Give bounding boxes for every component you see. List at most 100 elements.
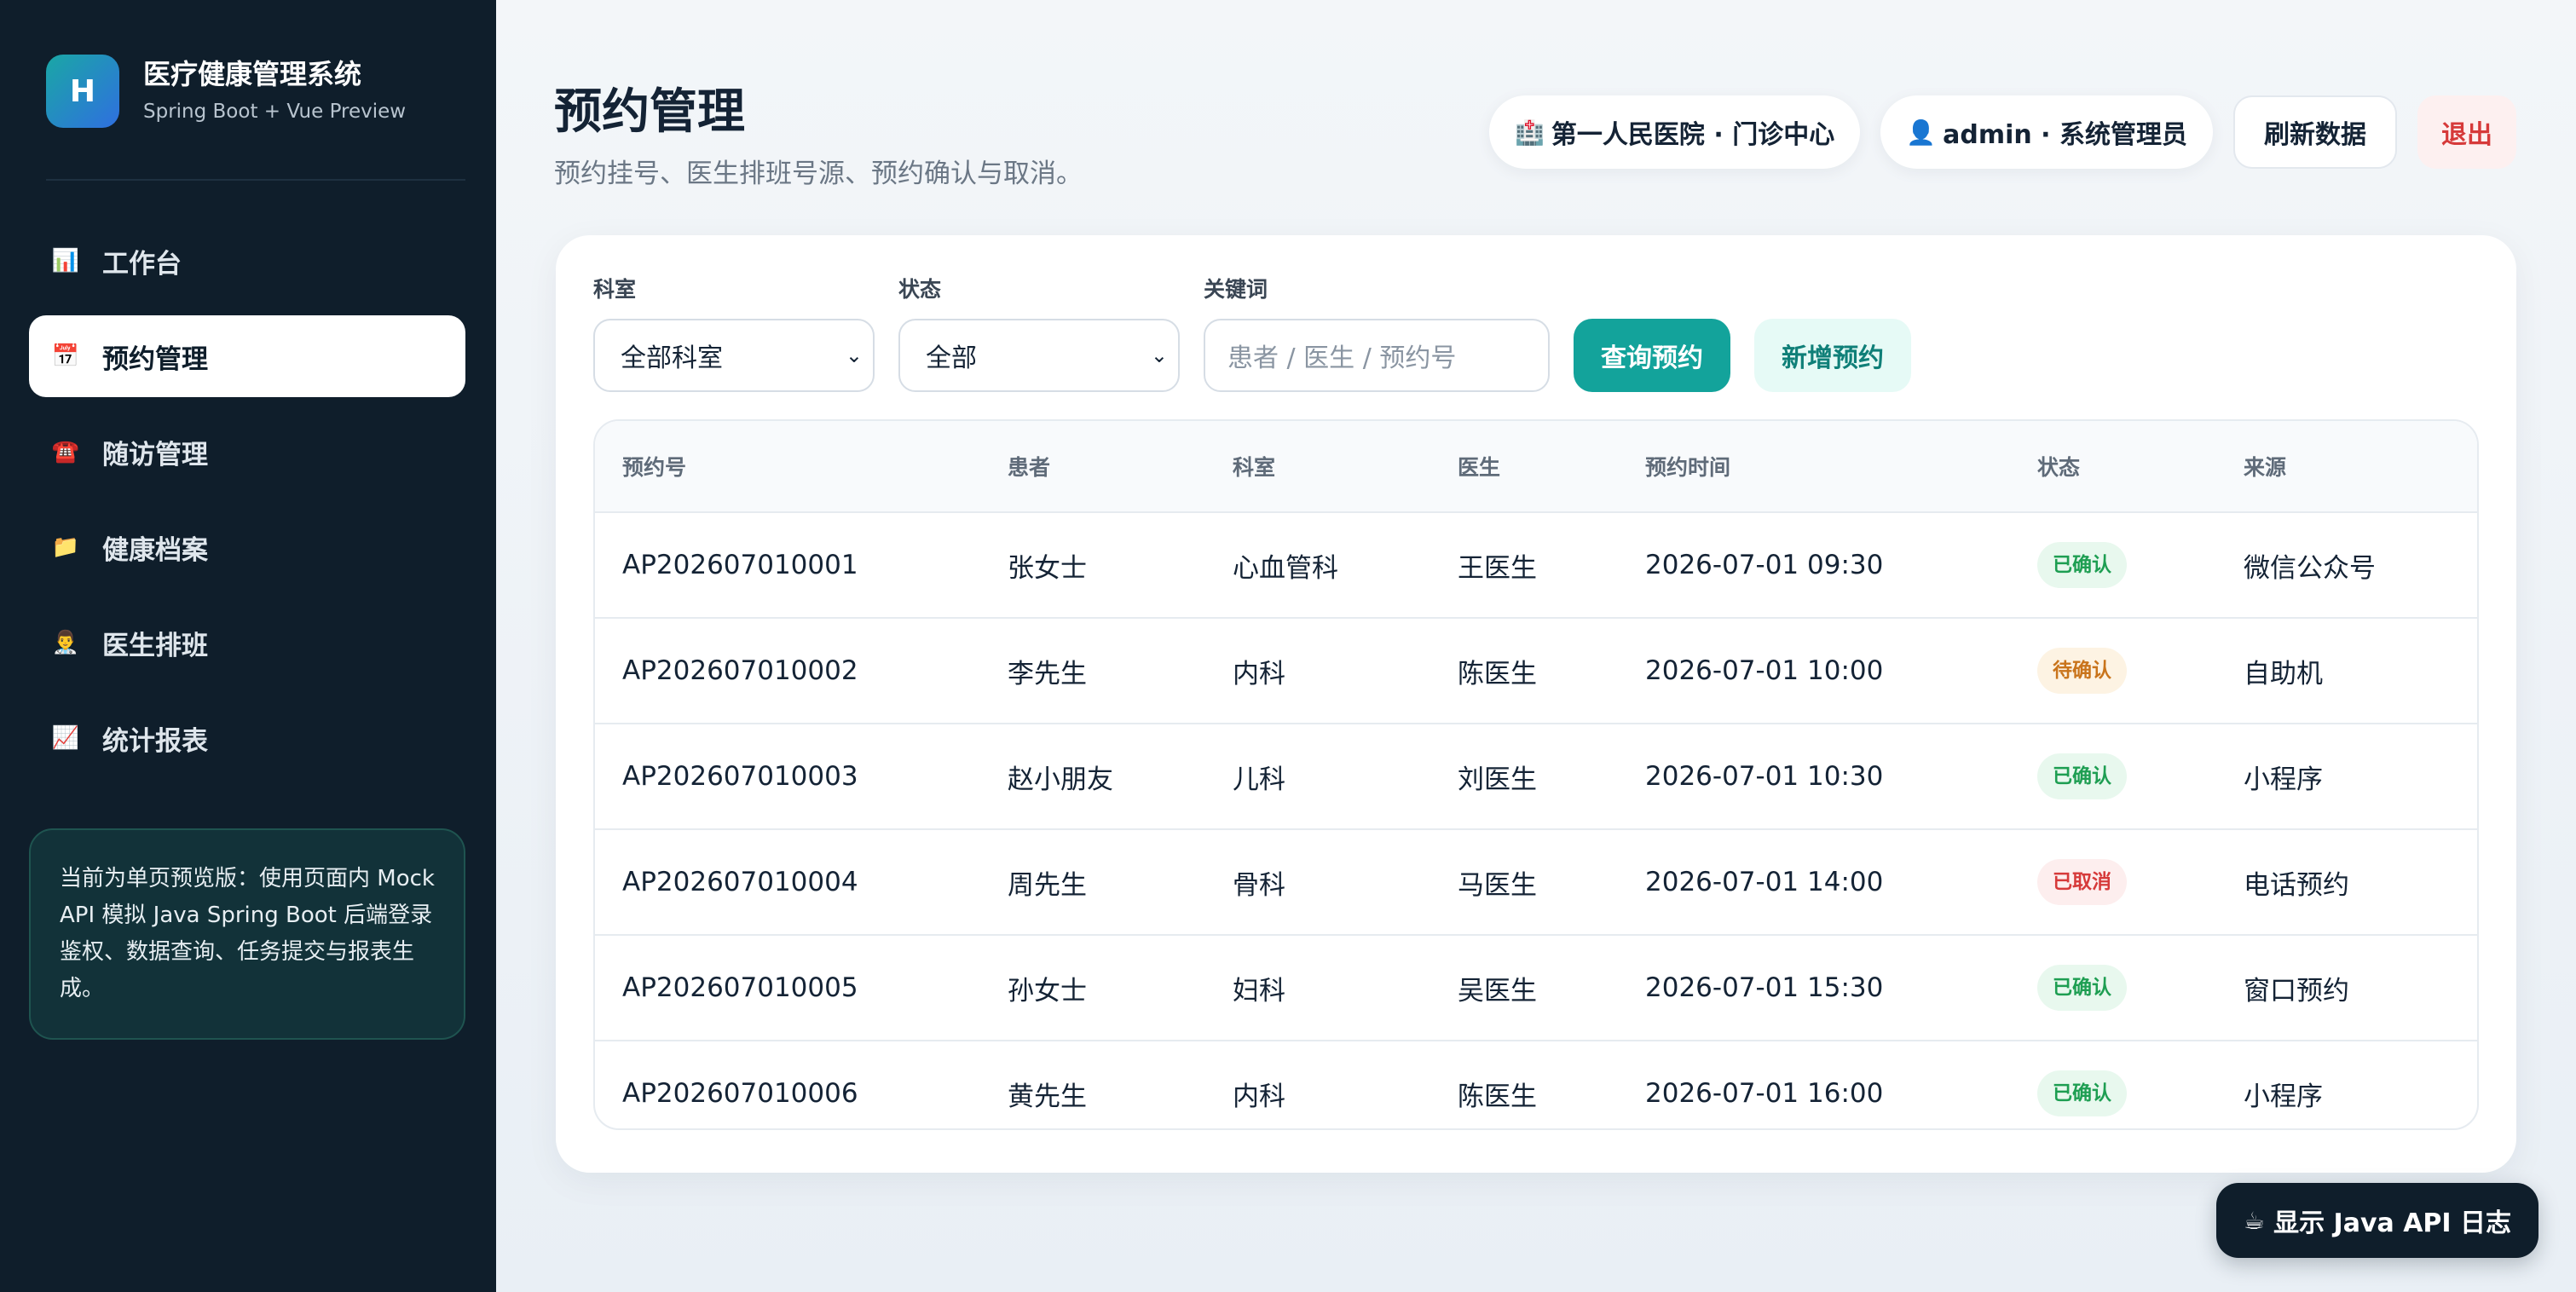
cell-doctor: 陈医生 [1458,1081,1537,1112]
cell-dept: 儿科 [1205,724,1430,830]
table-header-row: 预约号 患者 科室 医生 预约时间 状态 来源 [595,421,2477,513]
cell-time: 2026-07-01 15:30 [1618,935,2010,1041]
cell-status: 待确认 [2010,618,2216,724]
doctor-icon: 👨‍⚕️ [51,630,80,655]
sidebar-nav: 📊 工作台 📅 预约管理 ☎️ 随访管理 📁 健康档案 👨‍⚕️ 医生排班 📈 统计报表 [29,220,465,793]
cell-dept: 骨科 [1205,829,1430,936]
sidebar-item[interactable]: 📅 预约管理 [29,315,465,397]
main-content: 预约管理 预约挂号、医生排班号源、预约确认与取消。 🏥 第一人民医院 · 门诊中… [496,0,2576,1292]
cell-time: 2026-07-01 10:00 [1618,618,2010,724]
calendar-icon: 📅 [51,343,80,369]
sidebar-item-label: 随访管理 [102,439,208,470]
department-value: 全部科室 [621,343,723,373]
table-row[interactable]: AP202607010001 张女士 心血管科 王医生 2026-07-01 09:30… [595,512,2477,619]
cell-patient: 张女士 [980,512,1205,619]
cell-status: 已取消 [2010,829,2216,936]
cell-source: 微信公众号 [2216,512,2477,619]
chevron-down-icon: ⌄ [1150,343,1168,367]
department-select[interactable]: 全部科室 ⌄ [593,319,875,392]
cell-status: 已确认 [2010,512,2216,619]
folder-icon: 📁 [51,534,80,560]
cell-patient: 孙女士 [980,935,1205,1041]
cell-dept: 内科 [1205,618,1430,724]
user-icon: 👤 [1906,118,1937,147]
line-chart-icon: 📈 [51,725,80,751]
column-header: 患者 [980,421,1205,513]
sidebar: H 医疗健康管理系统 Spring Boot + Vue Preview 📊 工作… [0,0,496,1292]
brand-logo: H [46,55,119,128]
cell-dept: 心血管科 [1205,512,1430,619]
brand-title: 医疗健康管理系统 [143,58,362,90]
api-log-button[interactable]: ☕ 显示 Java API 日志 [2215,1183,2538,1258]
column-header: 科室 [1205,421,1430,513]
status-badge: 已确认 [2037,542,2127,588]
table-row[interactable]: AP202607010004 周先生 骨科 马医生 2026-07-01 14:00 已取… [595,829,2477,936]
brand-text: 医疗健康管理系统 Spring Boot + Vue Preview [143,55,406,127]
sidebar-item-label: 健康档案 [102,534,208,566]
cell-doctor: 吴医生 [1430,935,1618,1041]
status-badge: 已确认 [2037,753,2127,799]
cell-source: 窗口预约 [2216,935,2477,1041]
sidebar-item[interactable]: 📈 统计报表 [29,697,465,779]
query-button[interactable]: 查询预约 [1574,319,1730,392]
column-header: 医生 [1430,421,1618,513]
page-subtitle: 预约挂号、医生排班号源、预约确认与取消。 [554,159,1083,189]
cell-status: 已确认 [2010,724,2216,830]
column-header: 来源 [2216,421,2477,513]
sidebar-item[interactable]: 📁 健康档案 [29,506,465,588]
sidebar-item[interactable]: ☎️ 随访管理 [29,411,465,493]
cell-source: 小程序 [2244,1081,2323,1112]
cell-patient: 赵小朋友 [980,724,1205,830]
hospital-pill: 🏥 第一人民医院 · 门诊中心 [1489,95,1861,169]
table-row[interactable]: AP202607010002 李先生 内科 陈医生 2026-07-01 10:00 待确… [595,618,2477,724]
status-badge: 已取消 [2037,859,2127,905]
cell-id: AP202607010001 [595,512,980,619]
status-value: 全部 [926,343,977,373]
cell-doctor: 刘医生 [1430,724,1618,830]
cell-dept: 内科 [1233,1081,1285,1112]
cell-status: 已确认 [2010,935,2216,1041]
cell-id: AP202607010003 [595,724,980,830]
preview-notice: 当前为单页预览版：使用页面内 Mock API 模拟 Java Spring B… [29,828,465,1040]
status-badge: 已确认 [2037,965,2127,1011]
bar-chart-icon: 📊 [51,248,80,274]
table-row[interactable]: AP202607010005 孙女士 妇科 吴医生 2026-07-01 15:30 已确… [595,935,2477,1041]
cell-time: 2026-07-01 14:00 [1618,829,2010,936]
keyword-input[interactable]: 患者 / 医生 / 预约号 [1204,319,1550,392]
status-label: 状态 [898,277,942,302]
coffee-icon: ☕ [2243,1206,2266,1235]
cell-patient: 李先生 [980,618,1205,724]
refresh-button[interactable]: 刷新数据 [2233,95,2397,169]
cell-source: 电话预约 [2216,829,2477,936]
filter-bar: 科室 全部科室 ⌄ 状态 全部 ⌄ 关键词 患者 / 医生 / 预约号 查询预约… [593,273,1911,392]
cell-time: 2026-07-01 10:30 [1618,724,2010,830]
logout-button[interactable]: 退出 [2417,95,2516,169]
column-header: 预约号 [595,421,980,513]
status-badge: 待确认 [2037,648,2127,694]
table-row[interactable]: AP202607010003 赵小朋友 儿科 刘医生 2026-07-01 10:30 已… [595,724,2477,830]
table-row[interactable]: AP202607010006 黄先生 内科 陈医生 2026-07-01 16:00 已确… [595,1041,2477,1128]
user-pill: 👤 admin · 系统管理员 [1880,95,2213,169]
keyword-filter: 关键词 患者 / 医生 / 预约号 [1204,273,1550,392]
cell-id: AP202607010004 [595,829,980,936]
cell-dept: 妇科 [1205,935,1430,1041]
sidebar-item[interactable]: 📊 工作台 [29,220,465,302]
status-select[interactable]: 全部 ⌄ [898,319,1180,392]
brand-subtitle: Spring Boot + Vue Preview [143,101,407,123]
new-appointment-button[interactable]: 新增预约 [1754,319,1911,392]
divider [46,179,465,181]
cell-doctor: 马医生 [1430,829,1618,936]
sidebar-item[interactable]: 👨‍⚕️ 医生排班 [29,602,465,683]
status-filter: 状态 全部 ⌄ [898,273,1180,392]
cell-time: 2026-07-01 09:30 [1618,512,2010,619]
sidebar-item-label: 统计报表 [102,725,208,757]
sidebar-item-label: 医生排班 [102,630,208,661]
keyword-label: 关键词 [1204,277,1268,302]
telephone-icon: ☎️ [51,439,80,464]
cell-doctor: 陈医生 [1430,618,1618,724]
top-actions: 🏥 第一人民医院 · 门诊中心 👤 admin · 系统管理员 刷新数据 退出 [1489,95,2516,169]
status-badge: 已确认 [2037,1070,2127,1116]
sidebar-item-label: 预约管理 [102,343,208,375]
cell-source: 小程序 [2216,724,2477,830]
cell-doctor: 王医生 [1430,512,1618,619]
